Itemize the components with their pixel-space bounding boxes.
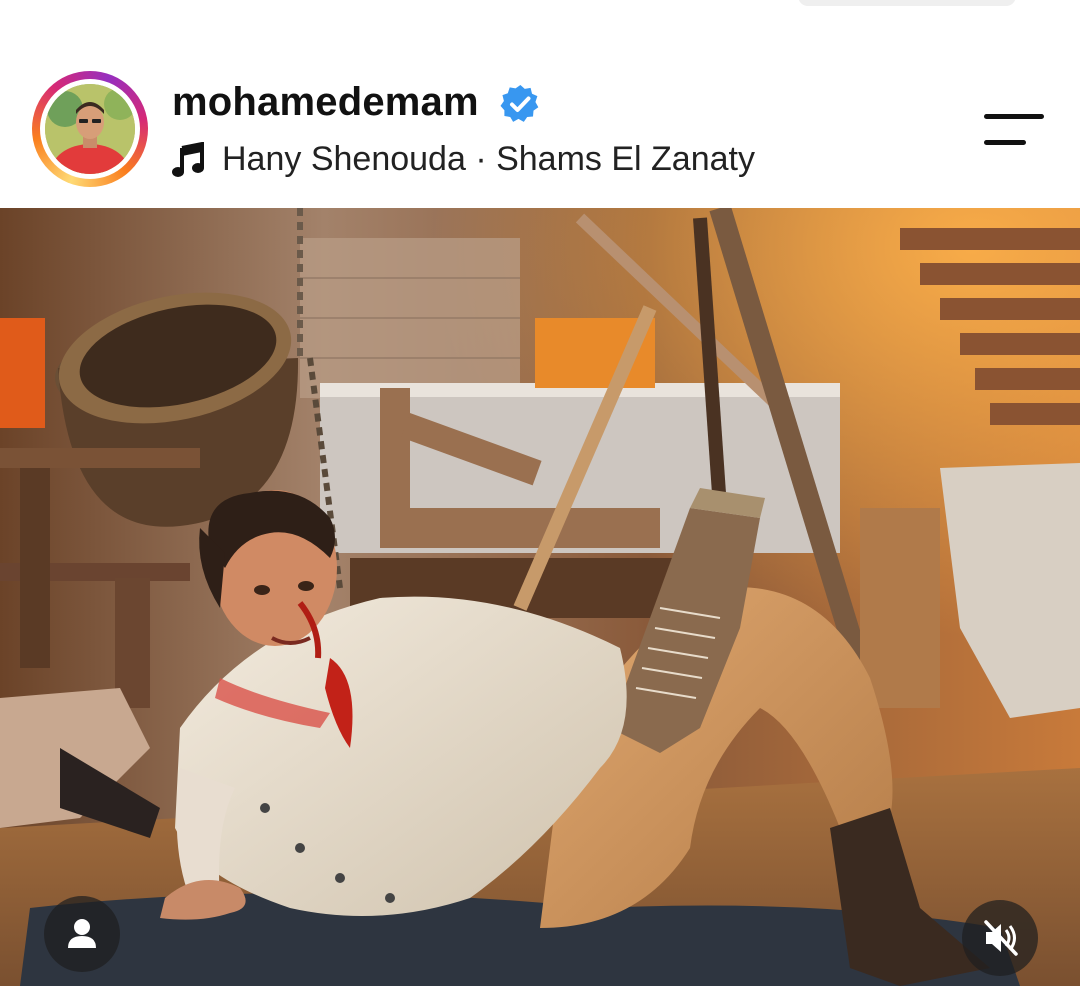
audio-attribution[interactable]: Hany Shenouda · Shams El Zanaty [222,138,755,180]
mute-toggle-button[interactable] [962,900,1038,976]
speaker-muted-icon [984,920,1018,956]
music-separator: · [465,140,497,178]
menu-icon[interactable] [982,112,1046,148]
tagged-user-icon [68,919,96,948]
verified-badge-icon [500,84,539,122]
video-frame [0,208,1080,986]
music-track: Shams El Zanaty [496,140,755,178]
post-header [0,60,1080,208]
avatar[interactable] [45,84,135,174]
tagged-people-button[interactable] [44,896,120,972]
music-note-icon [172,142,204,177]
menu-bar-top [984,114,1044,119]
menu-bar-bottom [984,140,1026,145]
username[interactable]: mohamedemam [172,78,479,126]
post-media[interactable] [0,208,1080,986]
top-pill [798,0,1016,6]
avatar-image [45,84,135,174]
music-artist: Hany Shenouda [222,140,466,178]
